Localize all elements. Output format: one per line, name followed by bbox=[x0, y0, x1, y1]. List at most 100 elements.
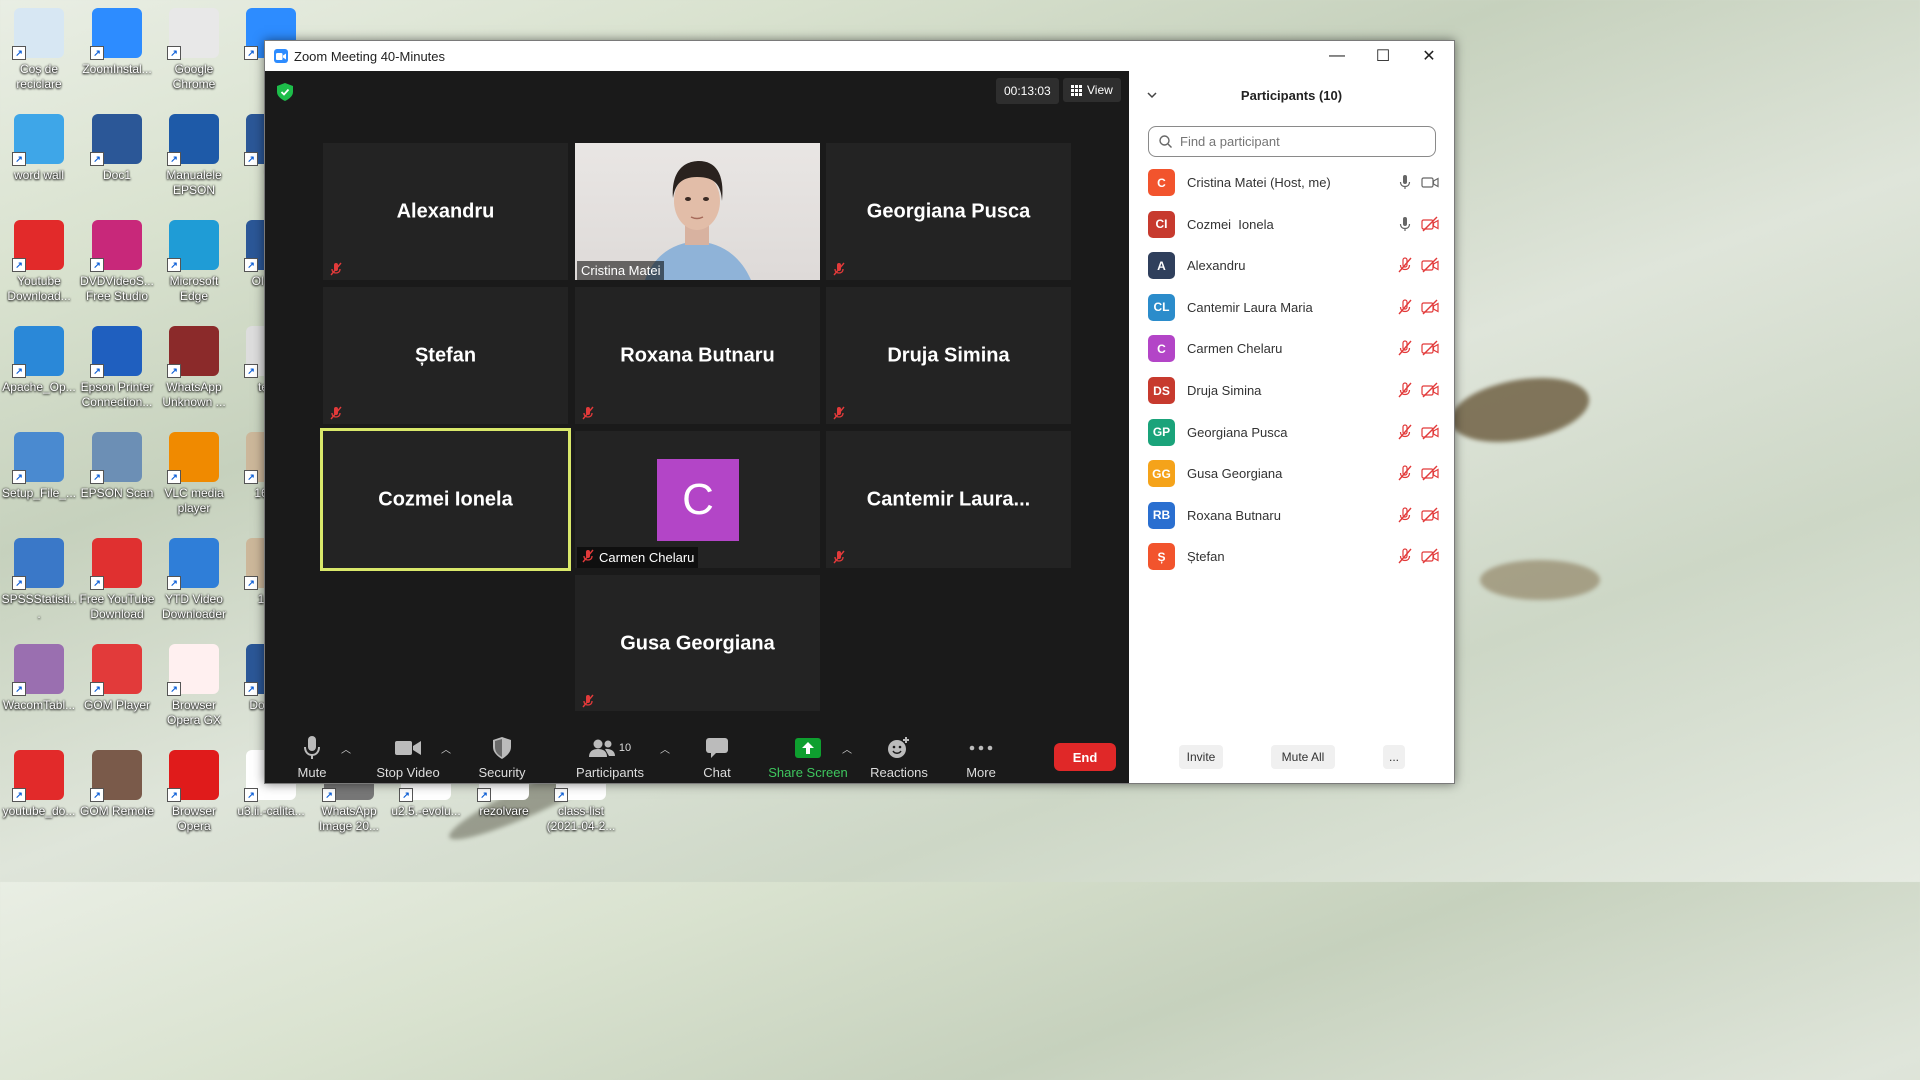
desktop-icon[interactable]: ↗ DVDVideoS... Free Studio bbox=[78, 220, 156, 304]
camera-off-icon[interactable] bbox=[1421, 257, 1439, 273]
camera-off-icon[interactable] bbox=[1421, 465, 1439, 481]
participants-label: Participants bbox=[576, 765, 644, 780]
participants-button[interactable]: 10 Participants bbox=[573, 735, 647, 780]
mute-button[interactable]: Mute bbox=[292, 735, 332, 780]
mute-all-button[interactable]: Mute All bbox=[1271, 745, 1335, 769]
participant-row[interactable]: C Cristina Matei (Host, me) bbox=[1129, 162, 1454, 203]
minimize-button[interactable]: — bbox=[1314, 41, 1360, 71]
desktop-icon[interactable]: ↗ GOM Player bbox=[78, 644, 156, 713]
camera-off-icon[interactable] bbox=[1421, 299, 1439, 315]
participant-row[interactable]: A Alexandru bbox=[1129, 245, 1454, 286]
desktop-icon[interactable]: ↗ EPSON Scan bbox=[78, 432, 156, 501]
desktop-icon[interactable]: ↗ Browser Opera bbox=[155, 750, 233, 834]
desktop-icon[interactable]: ↗ WacomTabl... bbox=[0, 644, 78, 713]
microphone-on-icon[interactable] bbox=[1397, 216, 1413, 232]
participant-search-input[interactable] bbox=[1178, 133, 1422, 150]
video-tile[interactable]: Ștefan bbox=[323, 287, 568, 424]
participant-row[interactable]: CL Cantemir Laura Maria bbox=[1129, 287, 1454, 328]
video-tile[interactable]: Cristina Matei bbox=[575, 143, 820, 280]
desktop-icon-label: u2.5.-evolu... bbox=[391, 804, 461, 818]
desktop-icon[interactable]: ↗ youtube_do... bbox=[0, 750, 78, 819]
camera-off-icon[interactable] bbox=[1421, 340, 1439, 356]
desktop-icon[interactable]: ↗ Browser Opera GX bbox=[155, 644, 233, 728]
video-tile[interactable]: Roxana Butnaru bbox=[575, 287, 820, 424]
microphone-muted-icon[interactable] bbox=[1397, 382, 1413, 398]
video-tile[interactable]: C Carmen Chelaru bbox=[575, 431, 820, 568]
view-button[interactable]: View bbox=[1063, 78, 1121, 102]
participant-name: Alexandru bbox=[1187, 258, 1246, 274]
shortcut-arrow-icon: ↗ bbox=[244, 788, 258, 802]
desktop-icon[interactable]: ↗ word wall bbox=[0, 114, 78, 183]
desktop-icon[interactable]: ↗ Epson Printer Connection... bbox=[78, 326, 156, 410]
end-meeting-button[interactable]: End bbox=[1054, 743, 1116, 771]
video-tile[interactable]: Alexandru bbox=[323, 143, 568, 280]
chat-button[interactable]: Chat bbox=[697, 735, 737, 780]
desktop-icon[interactable]: ↗ Google Chrome bbox=[155, 8, 233, 92]
microphone-muted-icon[interactable] bbox=[1397, 257, 1413, 273]
share-screen-button[interactable]: Share Screen bbox=[768, 735, 848, 780]
microphone-on-icon[interactable] bbox=[1397, 174, 1413, 190]
panel-more-button[interactable]: ... bbox=[1383, 745, 1405, 769]
security-button[interactable]: Security bbox=[477, 735, 527, 780]
microphone-muted-icon[interactable] bbox=[1397, 548, 1413, 564]
desktop-icon[interactable]: ↗ GOM Remote bbox=[78, 750, 156, 819]
microphone-muted-icon[interactable] bbox=[1397, 340, 1413, 356]
desktop-icon[interactable]: ↗ VLC media player bbox=[155, 432, 233, 516]
meeting-toolbar: Mute ︿ Stop Video ︿ Security 10 Particip… bbox=[265, 711, 1129, 783]
desktop-icon[interactable]: ↗ Apache_Op... bbox=[0, 326, 78, 395]
invite-button[interactable]: Invite bbox=[1179, 745, 1223, 769]
desktop-icon[interactable]: ↗ Doc1 bbox=[78, 114, 156, 183]
tile-participant-name: Druja Simina bbox=[887, 344, 1010, 366]
camera-off-icon[interactable] bbox=[1421, 424, 1439, 440]
microphone-muted-icon[interactable] bbox=[1397, 507, 1413, 523]
desktop-icon[interactable]: ↗ ZoomInstal... bbox=[78, 8, 156, 77]
desktop-icon[interactable]: ↗ Free YouTube Download bbox=[78, 538, 156, 622]
video-tile[interactable]: Cozmei Ionela bbox=[320, 428, 571, 571]
title-bar: Zoom Meeting 40-Minutes — ☐ ✕ bbox=[265, 41, 1454, 71]
shortcut-arrow-icon: ↗ bbox=[12, 46, 26, 60]
participant-search[interactable] bbox=[1148, 126, 1436, 157]
desktop-icon[interactable]: ↗ Setup_File_... bbox=[0, 432, 78, 501]
desktop-icon[interactable]: ↗ Coș de reciclare bbox=[0, 8, 78, 92]
microphone-muted-icon[interactable] bbox=[1397, 465, 1413, 481]
reactions-button[interactable]: Reactions bbox=[869, 735, 929, 780]
camera-off-icon[interactable] bbox=[1421, 548, 1439, 564]
participant-row[interactable]: GP Georgiana Pusca bbox=[1129, 412, 1454, 453]
participant-row[interactable]: CI Cozmei Ionela bbox=[1129, 204, 1454, 245]
microphone-muted-icon[interactable] bbox=[1397, 423, 1413, 440]
camera-off-icon[interactable] bbox=[1421, 507, 1439, 523]
camera-off-icon[interactable] bbox=[1421, 216, 1439, 232]
desktop-app-icon: ↗ bbox=[167, 326, 219, 378]
participant-row[interactable]: GG Gusa Georgiana bbox=[1129, 453, 1454, 494]
participants-options-caret[interactable]: ︿ bbox=[660, 741, 670, 756]
video-tile[interactable]: Georgiana Pusca bbox=[826, 143, 1071, 280]
camera-off-icon[interactable] bbox=[1421, 382, 1439, 398]
stop-video-button[interactable]: Stop Video bbox=[373, 735, 443, 780]
zoom-window: Zoom Meeting 40-Minutes — ☐ ✕ 00:13:03 V… bbox=[264, 40, 1455, 784]
encryption-shield-icon[interactable] bbox=[277, 83, 293, 101]
video-tile[interactable]: Druja Simina bbox=[826, 287, 1071, 424]
participant-row[interactable]: C Carmen Chelaru bbox=[1129, 328, 1454, 369]
audio-options-caret[interactable]: ︿ bbox=[341, 741, 351, 756]
participant-row[interactable]: DS Druja Simina bbox=[1129, 370, 1454, 411]
desktop-app-icon: ↗ bbox=[12, 8, 64, 60]
desktop-icon[interactable]: ↗ Youtube Download... bbox=[0, 220, 78, 304]
more-button[interactable]: More bbox=[961, 735, 1001, 780]
shortcut-arrow-icon: ↗ bbox=[322, 788, 336, 802]
desktop-icon[interactable]: ↗ Manualele EPSON bbox=[155, 114, 233, 198]
desktop-icon[interactable]: ↗ SPSSStatisti... bbox=[0, 538, 78, 622]
desktop-icon[interactable]: ↗ YTD Video Downloader bbox=[155, 538, 233, 622]
reactions-smiley-icon bbox=[888, 737, 909, 758]
desktop-icon[interactable]: ↗ WhatsApp Unknown ... bbox=[155, 326, 233, 410]
video-tile[interactable]: Gusa Georgiana bbox=[575, 575, 820, 712]
close-button[interactable]: ✕ bbox=[1406, 41, 1452, 71]
video-tile[interactable]: Cantemir Laura... bbox=[826, 431, 1071, 568]
share-options-caret[interactable]: ︿ bbox=[842, 741, 852, 756]
camera-on-icon[interactable] bbox=[1421, 174, 1439, 190]
microphone-muted-icon[interactable] bbox=[1397, 299, 1413, 315]
participant-row[interactable]: Ș Ștefan bbox=[1129, 536, 1454, 577]
desktop-icon[interactable]: ↗ Microsoft Edge bbox=[155, 220, 233, 304]
video-options-caret[interactable]: ︿ bbox=[441, 741, 451, 756]
participant-row[interactable]: RB Roxana Butnaru bbox=[1129, 495, 1454, 536]
maximize-button[interactable]: ☐ bbox=[1360, 41, 1406, 71]
